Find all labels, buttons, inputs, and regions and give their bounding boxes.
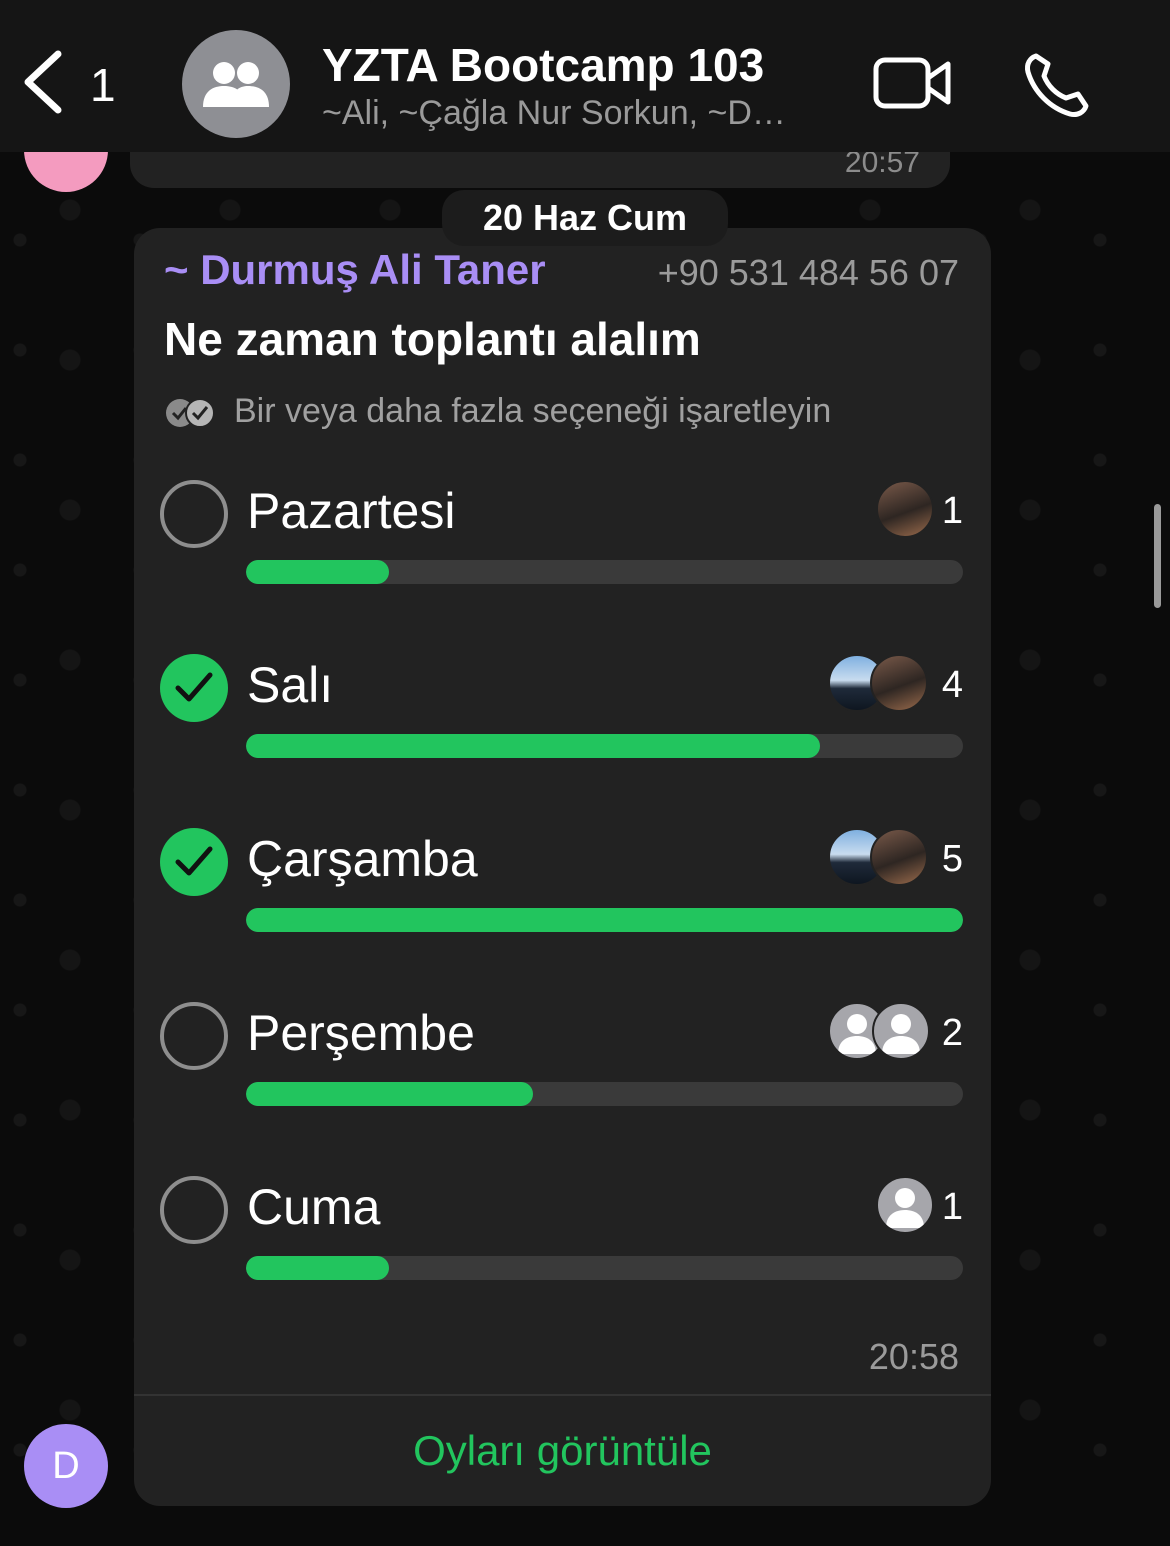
unread-count[interactable]: 1 <box>90 58 116 112</box>
option-label: Pazartesi <box>247 483 456 539</box>
chat-title[interactable]: YZTA Bootcamp 103 <box>322 38 764 92</box>
poll-option-sali[interactable]: Salı 4 <box>134 654 991 804</box>
vote-bar-fill <box>246 1256 390 1280</box>
vote-bar-fill <box>246 560 390 584</box>
sender-name[interactable]: ~ Durmuş Ali Taner <box>164 246 546 294</box>
voter-avatar <box>870 828 928 886</box>
video-call-icon <box>873 57 951 109</box>
user-avatar[interactable]: D <box>24 1424 108 1508</box>
group-icon <box>203 62 269 107</box>
message-time: 20:58 <box>868 1336 959 1377</box>
option-label: Cuma <box>247 1179 381 1235</box>
default-avatar-icon <box>872 1002 930 1060</box>
multi-check-icon <box>166 398 215 428</box>
poll-option-cuma[interactable]: Cuma 1 <box>134 1176 991 1326</box>
vote-bar-fill <box>246 734 820 758</box>
checkmark-icon <box>175 846 213 876</box>
vote-count: 4 <box>941 664 963 706</box>
chevron-left-icon <box>24 50 62 114</box>
sender-phone: +90 531 484 56 07 <box>657 252 959 293</box>
poll-question: Ne zaman toplantı alalım <box>164 313 701 365</box>
poll-option-carsamba[interactable]: Çarşamba 5 <box>134 828 991 978</box>
checkmark-icon <box>175 672 213 702</box>
poll-hint: Bir veya daha fazla seçeneği işaretleyin <box>234 392 832 430</box>
vote-bar <box>246 908 963 932</box>
chat-header: 1 YZTA Bootcamp 103 ~Ali, ~Çağla Nur Sor… <box>0 0 1170 152</box>
poll-option-pazartesi[interactable]: Pazartesi 1 <box>134 480 991 630</box>
poll-message-bubble[interactable]: ~ Durmuş Ali Taner +90 531 484 56 07 Ne … <box>134 228 991 1506</box>
vote-bar <box>246 1256 963 1280</box>
voter-avatar <box>876 480 934 538</box>
vote-count: 1 <box>941 490 963 532</box>
option-label: Perşembe <box>247 1005 475 1061</box>
scrollbar[interactable] <box>1154 504 1161 608</box>
poll-option-persembe[interactable]: Perşembe 2 <box>134 1002 991 1152</box>
option-label: Salı <box>247 657 334 713</box>
vote-bar <box>246 560 963 584</box>
voice-call-button[interactable] <box>1022 50 1092 120</box>
option-radio[interactable] <box>160 1002 228 1070</box>
vote-bar <box>246 734 963 758</box>
option-label: Çarşamba <box>247 831 478 887</box>
option-radio[interactable] <box>160 1176 228 1244</box>
option-radio[interactable] <box>160 480 228 548</box>
view-votes-button[interactable]: Oyları görüntüle <box>134 1396 991 1506</box>
voter-avatar <box>870 654 928 712</box>
vote-count: 1 <box>941 1186 963 1228</box>
vote-bar <box>246 1082 963 1106</box>
option-radio-checked[interactable] <box>160 654 228 722</box>
date-separator: 20 Haz Cum <box>442 190 728 246</box>
back-button[interactable] <box>20 50 80 120</box>
default-avatar-icon <box>876 1176 934 1234</box>
vote-count: 5 <box>941 838 963 880</box>
chat-members[interactable]: ~Ali, ~Çağla Nur Sorkun, ~D… <box>322 94 786 133</box>
phone-call-icon <box>1025 53 1089 117</box>
vote-bar-fill <box>246 908 963 932</box>
video-call-button[interactable] <box>872 54 952 114</box>
vote-bar-fill <box>246 1082 533 1106</box>
vote-count: 2 <box>941 1012 963 1054</box>
option-radio-checked[interactable] <box>160 828 228 896</box>
group-avatar[interactable] <box>182 30 290 138</box>
